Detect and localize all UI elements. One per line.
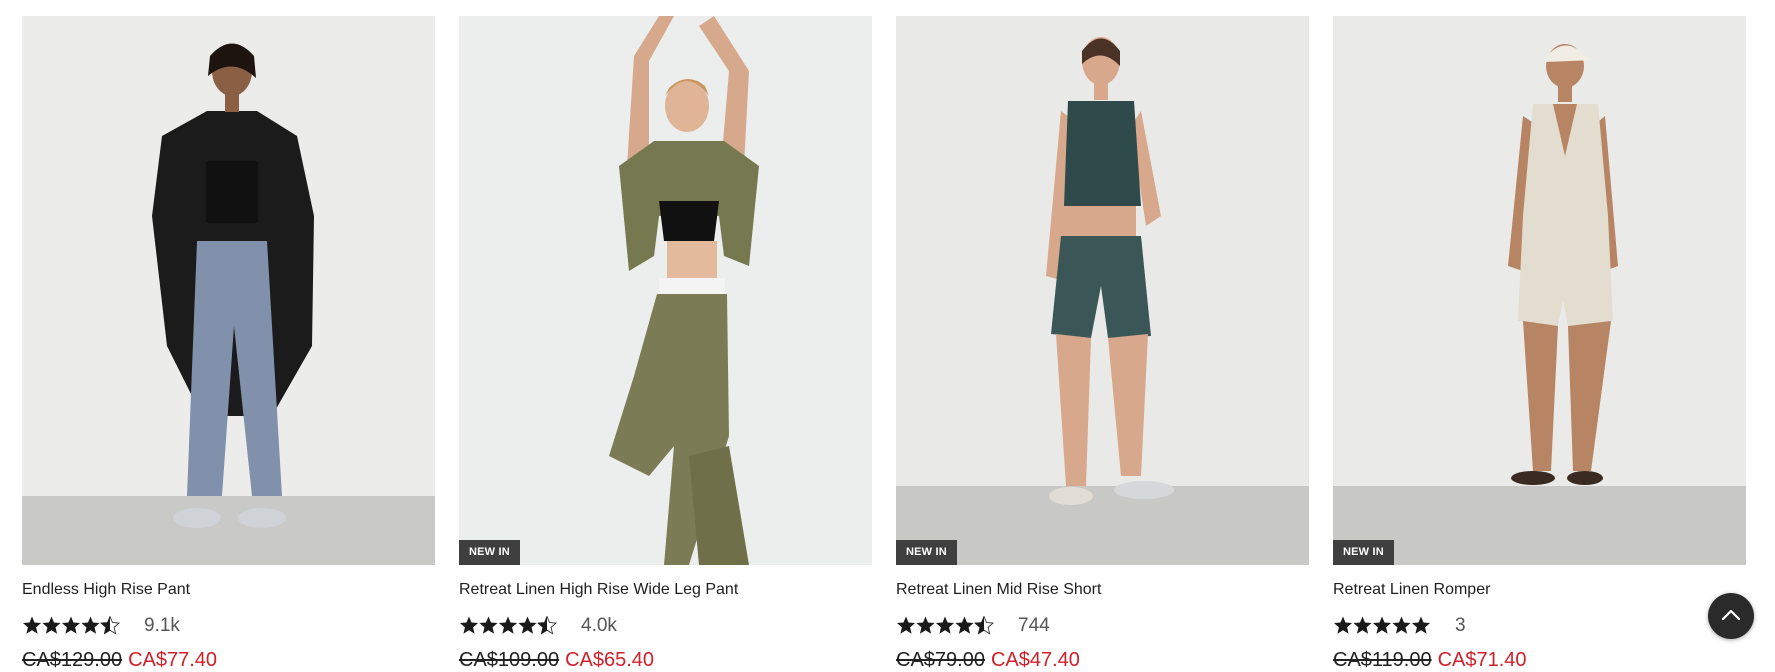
product-price: CA$129.00 CA$77.40: [22, 648, 217, 672]
rating-stars-icon: [22, 616, 121, 635]
original-price: CA$119.00: [1333, 649, 1432, 671]
rating-count: 4.0k: [581, 615, 617, 636]
product-image[interactable]: NEW IN: [459, 16, 872, 565]
product-card[interactable]: Endless High Rise Pant 9.1k CA$129.00 CA$…: [22, 16, 435, 672]
product-rating[interactable]: 3: [1333, 614, 1573, 638]
star-filled: [81, 616, 100, 634]
new-in-badge: NEW IN: [1333, 540, 1394, 565]
star-filled: [22, 616, 42, 634]
rating-count: 744: [1018, 615, 1050, 636]
rating-stars-icon: [1333, 616, 1431, 634]
product-image[interactable]: [22, 16, 435, 565]
rating-stars-icon: [459, 616, 558, 635]
star-filled: [1411, 616, 1431, 634]
product-name[interactable]: Retreat Linen High Rise Wide Leg Pant: [459, 580, 738, 600]
original-price: CA$79.00: [896, 649, 985, 671]
sale-price: CA$65.40: [565, 649, 655, 671]
star-filled: [61, 616, 81, 634]
product-rating[interactable]: 9.1k: [22, 614, 262, 638]
star-filled: [1392, 616, 1411, 634]
sale-price: CA$77.40: [128, 649, 218, 671]
product-image[interactable]: NEW IN: [896, 16, 1309, 565]
star-filled: [42, 616, 61, 634]
star-filled: [935, 616, 955, 634]
sale-price: CA$47.40: [990, 649, 1080, 671]
chevron-up-icon: [1721, 609, 1741, 621]
star-filled: [1333, 616, 1353, 634]
star-filled: [498, 616, 518, 634]
product-price: CA$79.00 CA$47.40: [896, 648, 1080, 672]
product-card[interactable]: NEW IN Retreat Linen Romper 3 CA$119.00 C…: [1333, 16, 1746, 672]
new-in-badge: NEW IN: [896, 540, 957, 565]
model-photo-2: [459, 16, 872, 565]
product-name[interactable]: Retreat Linen Romper: [1333, 580, 1490, 600]
rating-count: 3: [1455, 615, 1466, 636]
model-photo-3: [896, 16, 1309, 565]
new-in-badge: NEW IN: [459, 540, 520, 565]
star-filled: [1353, 616, 1372, 634]
rating-stars-icon: [896, 616, 995, 635]
sale-price: CA$71.40: [1437, 649, 1527, 671]
product-name[interactable]: Endless High Rise Pant: [22, 580, 190, 600]
model-photo-1: [22, 16, 435, 565]
model-photo-4: [1333, 16, 1746, 565]
scroll-to-top-button[interactable]: [1708, 593, 1754, 639]
star-filled: [518, 616, 537, 634]
star-filled: [479, 616, 498, 634]
star-filled: [459, 616, 479, 634]
original-price: CA$129.00: [22, 649, 123, 671]
star-filled: [916, 616, 935, 634]
product-rating[interactable]: 744: [896, 614, 1136, 638]
product-price: CA$119.00 CA$71.40: [1333, 648, 1527, 672]
product-card[interactable]: NEW IN Retreat Linen Mid Rise Short 744 …: [896, 16, 1309, 672]
product-image[interactable]: NEW IN: [1333, 16, 1746, 565]
original-price: CA$109.00: [459, 649, 560, 671]
star-filled: [896, 616, 916, 634]
product-card[interactable]: NEW IN Retreat Linen High Rise Wide Leg …: [459, 16, 872, 672]
star-filled: [1372, 616, 1392, 634]
product-name[interactable]: Retreat Linen Mid Rise Short: [896, 580, 1101, 600]
star-filled: [955, 616, 974, 634]
product-price: CA$109.00 CA$65.40: [459, 648, 654, 672]
rating-count: 9.1k: [144, 615, 180, 636]
product-grid: Endless High Rise Pant 9.1k CA$129.00 CA$…: [22, 16, 1752, 672]
product-rating[interactable]: 4.0k: [459, 614, 699, 638]
